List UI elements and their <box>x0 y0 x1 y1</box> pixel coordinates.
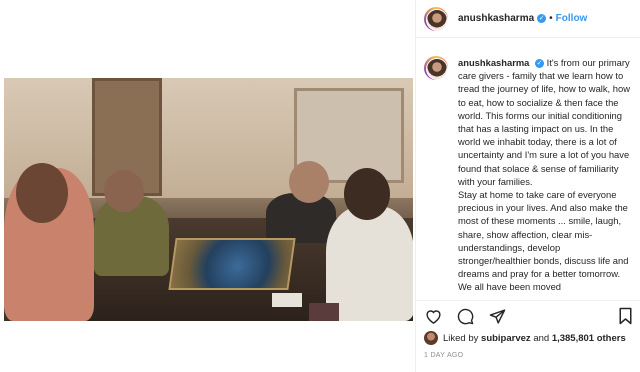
author-avatar[interactable] <box>424 6 448 31</box>
photo-cards <box>272 293 302 307</box>
caption-author-avatar[interactable] <box>424 56 448 80</box>
post-photo[interactable] <box>4 78 413 321</box>
comment-icon[interactable] <box>456 307 474 325</box>
photo-person-head <box>344 168 390 220</box>
likes-prefix: Liked by <box>443 332 479 344</box>
likes-joiner: and <box>533 332 550 344</box>
photo-cards <box>309 303 339 321</box>
caption-username[interactable]: anushkasharma <box>458 57 529 68</box>
caption-text: anushkasharma ✓ It's from our primary ca… <box>458 56 634 296</box>
header-separator: • <box>549 13 553 24</box>
likes-summary: Liked by subiparvez and 1,385,801 others <box>424 330 638 346</box>
action-bar <box>424 306 634 326</box>
liker-avatar[interactable] <box>424 331 438 345</box>
post-timestamp[interactable]: 1 DAY AGO <box>424 352 463 359</box>
photo-person <box>326 206 413 321</box>
photo-person-head <box>104 170 144 212</box>
actions-divider <box>416 300 640 301</box>
share-icon[interactable] <box>488 307 506 325</box>
verified-badge-icon: ✓ <box>537 14 547 23</box>
caption-paragraph: It's from our primary care givers - fami… <box>458 57 630 187</box>
photo-person-head <box>16 163 68 223</box>
follow-button[interactable]: Follow <box>556 13 588 24</box>
photo-person-head <box>289 161 329 203</box>
liker-username[interactable]: subiparvez <box>481 333 531 344</box>
likes-count[interactable]: 1,385,801 others <box>552 333 626 344</box>
post-media-panel <box>0 0 415 372</box>
caption-paragraph: Stay at home to take care of everyone pr… <box>458 189 629 293</box>
verified-badge-icon: ✓ <box>535 59 544 69</box>
post-side-panel: anushkasharma ✓ • Follow anushkasharma ✓… <box>416 0 640 372</box>
caption-area: anushkasharma ✓ It's from our primary ca… <box>416 46 640 296</box>
heart-icon[interactable] <box>424 307 442 325</box>
author-username[interactable]: anushkasharma <box>458 13 534 24</box>
post-header: anushkasharma ✓ • Follow <box>416 0 640 38</box>
photo-board-game <box>168 238 296 290</box>
bookmark-icon[interactable] <box>616 307 634 325</box>
